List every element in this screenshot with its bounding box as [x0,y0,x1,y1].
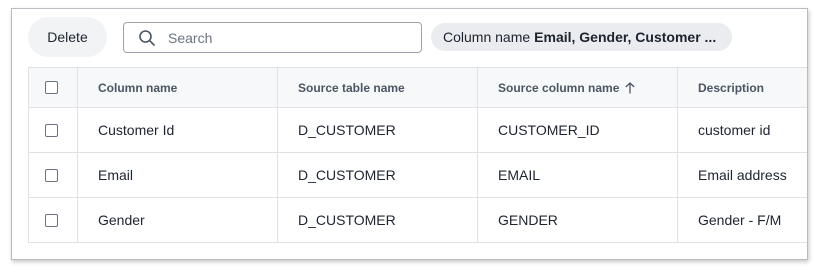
cell-description: Gender - F/M [698,212,782,228]
cell-source-table-name: D_CUSTOMER [278,108,478,152]
row-checkbox[interactable] [45,123,58,137]
cell-column-name: Email [78,153,278,197]
cell-source-table-name: D_CUSTOMER [278,153,478,197]
header-source-table-name[interactable]: Source table name [278,68,478,107]
row-checkbox[interactable] [45,168,58,182]
table-row[interactable]: Email D_CUSTOMER EMAIL Email address [29,153,807,198]
cell-column-name: Customer Id [78,108,278,152]
cell-source-column-name: EMAIL [478,153,678,197]
column-name-filter-chip[interactable]: Column name Email, Gender, Customer ... [431,23,732,51]
table-row[interactable]: Gender D_CUSTOMER GENDER Gender - F/M [29,198,807,243]
cell-source-column-name: CUSTOMER_ID [478,108,678,152]
row-select-cell [29,198,78,242]
columns-table: Column name Source table name Source col… [28,67,807,243]
cell-description: customer id [698,122,771,138]
header-column-name[interactable]: Column name [78,68,278,107]
select-all-checkbox[interactable] [45,81,58,94]
search-input[interactable] [166,28,410,47]
header-description[interactable]: Description [678,68,807,107]
row-select-cell [29,108,78,152]
row-select-cell [29,153,78,197]
search-box[interactable] [123,22,422,53]
cell-source-table-name: D_CUSTOMER [278,198,478,242]
delete-button[interactable]: Delete [28,17,107,57]
cell-column-name: Gender [78,198,278,242]
columns-panel: Delete Column name Email, Gender, Custom… [11,8,808,260]
table-row[interactable]: Customer Id D_CUSTOMER CUSTOMER_ID custo… [29,108,807,153]
sort-ascending-icon [625,81,635,93]
row-checkbox[interactable] [45,213,58,227]
search-icon [139,29,155,46]
filter-chip-value: Email, Gender, Customer ... [534,29,717,45]
filter-chip-label: Column name [443,29,531,45]
header-select-cell [29,68,78,107]
cell-source-column-name: GENDER [478,198,678,242]
header-source-column-name[interactable]: Source column name [478,68,678,107]
toolbar: Delete Column name Email, Gender, Custom… [12,9,807,67]
table-header-row: Column name Source table name Source col… [29,68,807,108]
cell-description: Email address [698,167,787,183]
